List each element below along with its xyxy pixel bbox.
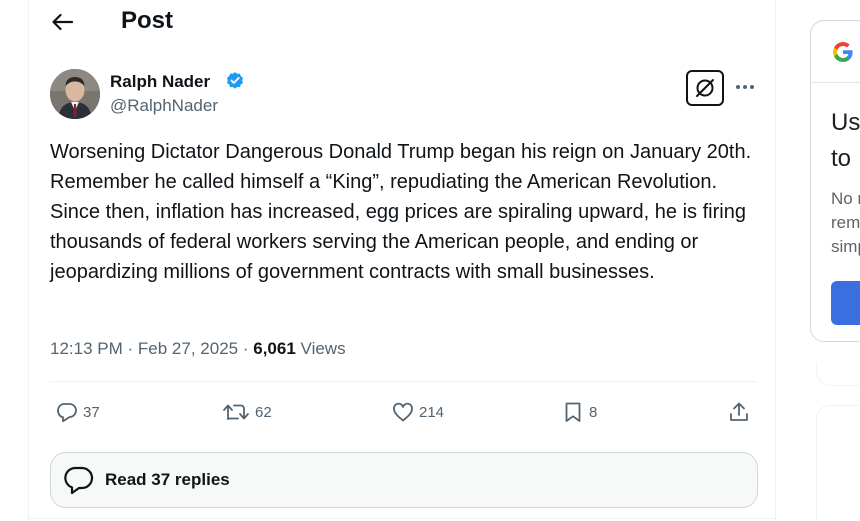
post-time[interactable]: 12:13 PM	[50, 339, 123, 358]
repost-button[interactable]: 62	[221, 396, 272, 428]
share-icon	[730, 402, 748, 421]
avatar-photo	[50, 69, 100, 119]
more-dots-icon	[736, 85, 754, 89]
main-column: Post Ralph Nader @RalphNader Worsening D…	[28, 0, 777, 521]
like-button[interactable]: 214	[391, 396, 444, 428]
author-name[interactable]: Ralph Nader	[110, 72, 210, 92]
google-signin-card: Us to No r rem simp	[810, 20, 860, 342]
google-card-header	[811, 21, 860, 83]
continue-button[interactable]	[831, 281, 860, 325]
google-logo-icon	[833, 42, 853, 62]
bookmark-count: 8	[589, 403, 598, 421]
repost-icon	[223, 404, 249, 420]
sidebar-card	[816, 405, 860, 521]
page-header: Post	[29, 0, 777, 44]
views-count: 6,061	[253, 339, 296, 358]
read-replies-label: Read 37 replies	[105, 470, 230, 489]
body-line: simp	[831, 237, 860, 256]
arrow-left-icon	[52, 13, 73, 31]
author-handle[interactable]: @RalphNader	[110, 96, 218, 116]
avatar[interactable]	[50, 69, 100, 119]
post-meta: 12:13 PM · Feb 27, 2025 · 6,061 Views	[50, 338, 346, 360]
divider	[29, 518, 777, 519]
body-line: rem	[831, 213, 860, 232]
repost-count: 62	[255, 403, 272, 421]
more-button[interactable]	[733, 74, 757, 100]
replies-bubble-icon	[64, 466, 94, 495]
divider	[50, 381, 757, 382]
grok-button[interactable]	[686, 70, 724, 106]
google-card-heading: Us to	[831, 105, 860, 177]
post-date[interactable]: Feb 27, 2025	[138, 339, 238, 358]
heading-line: to	[831, 145, 852, 172]
like-count: 214	[419, 403, 445, 421]
read-replies-button[interactable]: Read 37 replies	[50, 452, 758, 508]
meta-separator: ·	[242, 339, 249, 358]
meta-separator: ·	[127, 339, 134, 358]
heading-line: Us	[831, 109, 860, 136]
share-button[interactable]	[727, 396, 751, 428]
page-title: Post	[121, 7, 174, 34]
verified-badge-icon	[227, 72, 243, 89]
bookmark-button[interactable]: 8	[561, 396, 597, 428]
post-text: Worsening Dictator Dangerous Donald Trum…	[50, 141, 752, 283]
google-card-body: No r rem simp	[831, 187, 860, 259]
back-button[interactable]	[47, 8, 77, 36]
bookmark-icon	[565, 402, 581, 422]
reply-count: 37	[83, 403, 100, 421]
action-bar: 37 62 214 8	[29, 396, 777, 428]
body-line: No r	[831, 189, 860, 208]
reply-icon	[57, 403, 77, 423]
reply-button[interactable]: 37	[55, 396, 100, 428]
views-label: Views	[300, 339, 346, 358]
heart-icon	[393, 402, 413, 422]
sidebar-card-edge	[816, 362, 860, 386]
grok-icon	[696, 79, 714, 97]
